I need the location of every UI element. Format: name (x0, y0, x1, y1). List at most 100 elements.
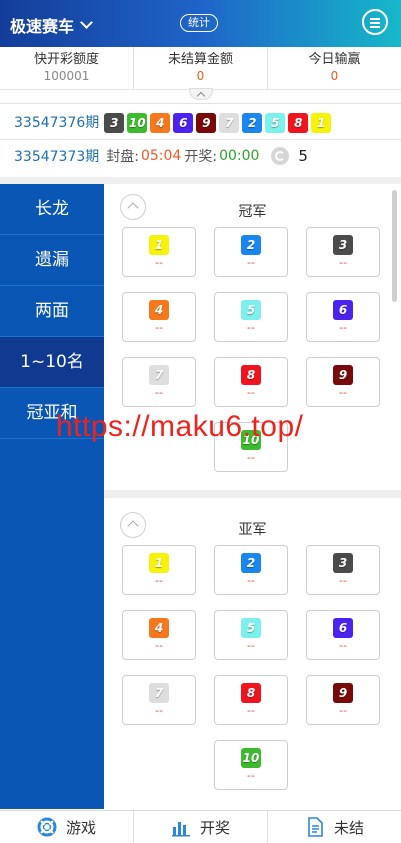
draw-ball: 1 (311, 112, 332, 133)
sidebar-item-missing[interactable]: 遗漏 (0, 235, 104, 286)
menu-icon[interactable] (362, 9, 388, 35)
ball-number: 9 (333, 683, 353, 703)
draw-ball: 5 (265, 112, 286, 133)
bet-option-6[interactable]: 6 -- (306, 610, 380, 660)
odds-value: -- (247, 769, 255, 782)
ball-number: 4 (149, 618, 169, 638)
odds-value: -- (247, 321, 255, 334)
ball-number: 6 (333, 618, 353, 638)
latest-draw-row[interactable]: 33547376期 3 10 4 6 9 7 2 5 8 1 (0, 108, 401, 136)
bet-option-1[interactable]: 1 -- (122, 227, 196, 277)
nav-unsettled[interactable]: 未结 (268, 811, 401, 843)
odds-value: -- (247, 574, 255, 587)
odds-value: -- (155, 704, 163, 717)
document-icon (308, 817, 323, 837)
scrollbar[interactable] (392, 190, 397, 302)
lifebuoy-icon (37, 817, 57, 837)
bet-option-10[interactable]: 10 -- (214, 740, 288, 790)
draw-ball: 6 (173, 112, 194, 133)
ball-number: 3 (333, 235, 353, 255)
section-gap (0, 177, 401, 184)
next-draw-row: 33547373期 封盘: 05:04 开奖: 00:00 5 (0, 142, 401, 170)
ball-number: 3 (333, 553, 353, 573)
bet-option-2[interactable]: 2 -- (214, 227, 288, 277)
divider (0, 139, 401, 140)
bet-option-9[interactable]: 9 -- (306, 357, 380, 407)
stats-button[interactable]: 统计 (180, 14, 218, 32)
bet-option-8[interactable]: 8 -- (214, 357, 288, 407)
open-label: 开奖: (184, 149, 218, 165)
betting-panel: 冠军 1 -- 2 -- 3 -- 4 -- 5 -- 6 -- 7 -- 8 -- 9 -- 10 -- 亚军 1-… (104, 184, 401, 809)
bet-option-6[interactable]: 6 -- (306, 292, 380, 342)
odds-value: -- (339, 639, 347, 652)
draw-ball: 10 (127, 112, 148, 133)
sidebar-item-long-dragon[interactable]: 长龙 (0, 184, 104, 235)
ball-number: 8 (241, 365, 261, 385)
bet-option-7[interactable]: 7 -- (122, 357, 196, 407)
bet-option-3[interactable]: 3 -- (306, 227, 380, 277)
nav-label: 开奖 (199, 818, 230, 837)
draw-ball: 4 (150, 112, 171, 133)
odds-value: -- (247, 386, 255, 399)
bet-option-8[interactable]: 8 -- (214, 675, 288, 725)
ball-number: 7 (149, 365, 169, 385)
odds-value: -- (339, 386, 347, 399)
summary-unsettled: 未结算金额 0 (134, 47, 268, 89)
ball-number: 1 (149, 553, 169, 573)
odds-value: -- (339, 256, 347, 269)
latest-period: 33547376期 (14, 115, 100, 131)
bar-chart-icon (171, 822, 190, 837)
close-countdown: 05:04 (140, 148, 182, 164)
sidebar-item-two-sides[interactable]: 两面 (0, 286, 104, 337)
summary-label: 未结算金额 (167, 52, 233, 67)
sidebar: 长龙 遗漏 两面 1~10名 冠亚和 (0, 184, 104, 809)
sidebar-item-positions[interactable]: 1~10名 (0, 337, 104, 388)
summary-quota: 快开彩额度 100001 (0, 47, 134, 89)
game-title: 极速赛车 (10, 17, 75, 36)
ball-number: 5 (241, 618, 261, 638)
draw-ball: 8 (288, 112, 309, 133)
odds-value: -- (339, 704, 347, 717)
ball-number: 2 (241, 235, 261, 255)
ball-number: 8 (241, 683, 261, 703)
app-header: 极速赛车 统计 (0, 0, 401, 47)
odds-value: -- (155, 386, 163, 399)
close-label: 封盘: (106, 149, 139, 165)
collapse-summary-toggle[interactable] (189, 88, 213, 101)
ball-number: 6 (333, 300, 353, 320)
section-title: 亚军 (238, 522, 267, 538)
odds-value: -- (155, 574, 163, 587)
bet-option-5[interactable]: 5 -- (214, 610, 288, 660)
nav-results[interactable]: 开奖 (134, 811, 268, 843)
summary-label: 今日输赢 (308, 52, 361, 67)
refresh-icon[interactable] (271, 147, 290, 165)
draw-ball: 7 (219, 112, 240, 133)
divider (0, 103, 401, 104)
ball-number: 1 (149, 235, 169, 255)
odds-value: -- (339, 574, 347, 587)
ball-number: 7 (149, 683, 169, 703)
bet-option-4[interactable]: 4 -- (122, 610, 196, 660)
bet-option-3[interactable]: 3 -- (306, 545, 380, 595)
chevron-up-icon (196, 91, 206, 101)
account-summary: 快开彩额度 100001 未结算金额 0 今日输赢 0 (0, 47, 401, 90)
odds-value: -- (247, 639, 255, 652)
latest-draw-numbers: 3 10 4 6 9 7 2 5 8 1 (104, 112, 334, 133)
chevron-down-icon (80, 15, 93, 29)
odds-value: -- (247, 256, 255, 269)
odds-value: -- (247, 451, 255, 464)
bet-option-5[interactable]: 5 -- (214, 292, 288, 342)
bet-option-7[interactable]: 7 -- (122, 675, 196, 725)
nav-games[interactable]: 游戏 (0, 811, 134, 843)
game-selector[interactable]: 极速赛车 (10, 13, 93, 37)
open-countdown: 00:00 (219, 148, 260, 164)
ball-number: 10 (241, 748, 261, 768)
bet-option-9[interactable]: 9 -- (306, 675, 380, 725)
summary-value: 0 (196, 69, 205, 83)
ball-number: 4 (149, 300, 169, 320)
next-period: 33547373期 (14, 149, 100, 165)
bet-option-1[interactable]: 1 -- (122, 545, 196, 595)
bet-option-2[interactable]: 2 -- (214, 545, 288, 595)
draw-ball: 3 (104, 112, 125, 133)
bet-option-4[interactable]: 4 -- (122, 292, 196, 342)
